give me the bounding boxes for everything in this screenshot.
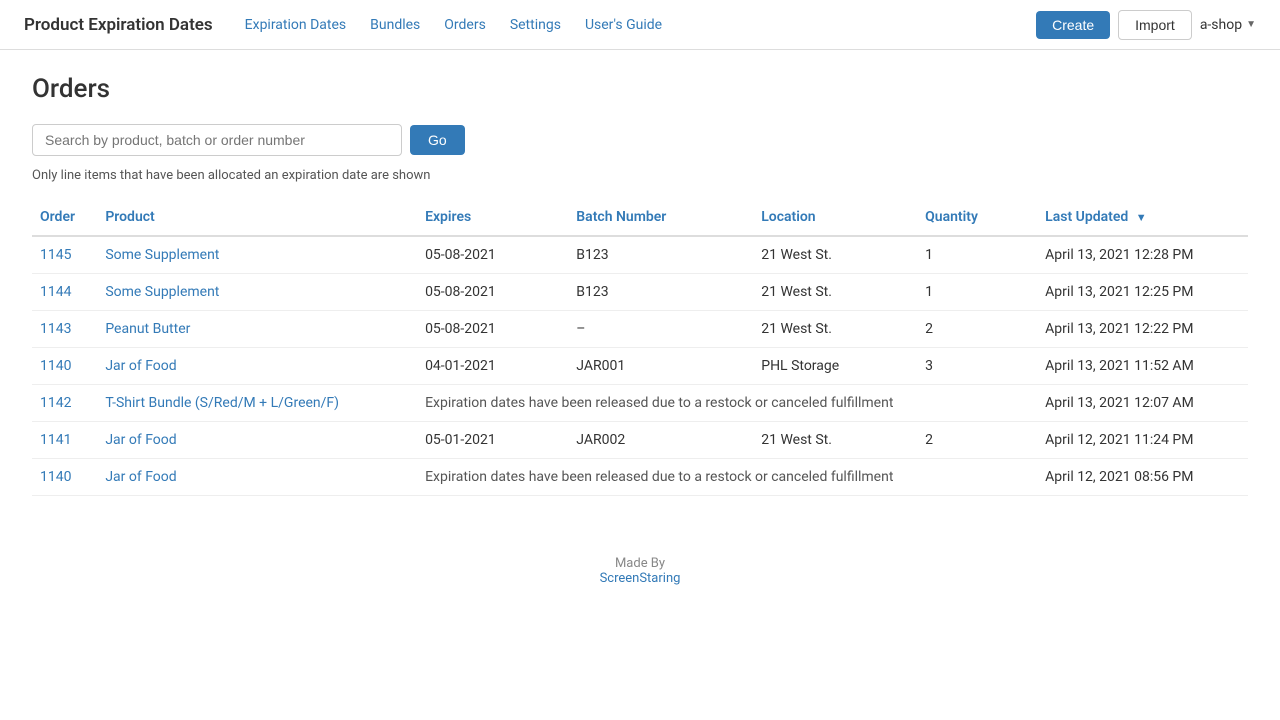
navbar-actions: Create Import a-shop ▼ — [1036, 10, 1256, 40]
nav-users-guide[interactable]: User's Guide — [585, 17, 662, 33]
nav-bundles[interactable]: Bundles — [370, 17, 420, 33]
company-link[interactable]: ScreenStaring — [600, 571, 681, 586]
cell-order: 1145 — [32, 236, 97, 274]
table-row: 1140 Jar of Food Expiration dates have b… — [32, 459, 1248, 496]
cell-order: 1143 — [32, 311, 97, 348]
product-link[interactable]: Jar of Food — [105, 358, 176, 374]
cell-product: Jar of Food — [97, 422, 417, 459]
table-row: 1141 Jar of Food 05-01-2021 JAR002 21 We… — [32, 422, 1248, 459]
main-content: Orders Go Only line items that have been… — [0, 50, 1280, 610]
order-link[interactable]: 1140 — [40, 358, 71, 374]
cell-last-updated: April 13, 2021 12:25 PM — [1037, 274, 1248, 311]
table-row: 1144 Some Supplement 05-08-2021 B123 21 … — [32, 274, 1248, 311]
order-link[interactable]: 1142 — [40, 395, 71, 411]
cell-order: 1144 — [32, 274, 97, 311]
cell-quantity: 2 — [917, 311, 1037, 348]
nav-expiration-dates[interactable]: Expiration Dates — [245, 17, 346, 33]
order-link[interactable]: 1143 — [40, 321, 71, 337]
cell-last-updated: April 13, 2021 12:22 PM — [1037, 311, 1248, 348]
import-button[interactable]: Import — [1118, 10, 1192, 40]
cell-batch-number: – — [568, 311, 753, 348]
create-button[interactable]: Create — [1036, 11, 1110, 39]
cell-expires: 05-08-2021 — [417, 236, 568, 274]
nav-orders[interactable]: Orders — [444, 17, 486, 33]
cell-batch-number: B123 — [568, 236, 753, 274]
orders-table: Order Product Expires Batch Number Locat… — [32, 199, 1248, 496]
cell-last-updated: April 13, 2021 12:07 AM — [1037, 385, 1248, 422]
table-row: 1143 Peanut Butter 05-08-2021 – 21 West … — [32, 311, 1248, 348]
cell-batch-number: JAR002 — [568, 422, 753, 459]
table-body: 1145 Some Supplement 05-08-2021 B123 21 … — [32, 236, 1248, 496]
go-button[interactable]: Go — [410, 125, 465, 155]
cell-product: Jar of Food — [97, 348, 417, 385]
product-link[interactable]: T-Shirt Bundle (S/Red/M + L/Green/F) — [105, 395, 339, 411]
chevron-down-icon: ▼ — [1246, 19, 1256, 30]
nav-settings[interactable]: Settings — [510, 17, 561, 33]
cell-order: 1142 — [32, 385, 97, 422]
col-product[interactable]: Product — [97, 199, 417, 236]
cell-location: 21 West St. — [753, 274, 917, 311]
cell-product: Some Supplement — [97, 236, 417, 274]
cell-product: Some Supplement — [97, 274, 417, 311]
cell-last-updated: April 12, 2021 08:56 PM — [1037, 459, 1248, 496]
cell-product: T-Shirt Bundle (S/Red/M + L/Green/F) — [97, 385, 417, 422]
cell-expires: 05-08-2021 — [417, 311, 568, 348]
page-title: Orders — [32, 74, 1248, 104]
shop-dropdown[interactable]: a-shop ▼ — [1200, 17, 1256, 33]
cell-location: PHL Storage — [753, 348, 917, 385]
col-expires[interactable]: Expires — [417, 199, 568, 236]
cell-location: 21 West St. — [753, 422, 917, 459]
order-link[interactable]: 1141 — [40, 432, 71, 448]
product-link[interactable]: Peanut Butter — [105, 321, 190, 337]
table-header: Order Product Expires Batch Number Locat… — [32, 199, 1248, 236]
cell-location: 21 West St. — [753, 311, 917, 348]
cell-quantity: 3 — [917, 348, 1037, 385]
col-quantity[interactable]: Quantity — [917, 199, 1037, 236]
cell-quantity: 1 — [917, 236, 1037, 274]
cell-expires: 05-08-2021 — [417, 274, 568, 311]
cell-location: 21 West St. — [753, 236, 917, 274]
cell-batch-number: B123 — [568, 274, 753, 311]
order-link[interactable]: 1140 — [40, 469, 71, 485]
product-link[interactable]: Jar of Food — [105, 432, 176, 448]
cell-message: Expiration dates have been released due … — [417, 385, 1037, 422]
cell-quantity: 2 — [917, 422, 1037, 459]
col-batch-number[interactable]: Batch Number — [568, 199, 753, 236]
cell-order: 1141 — [32, 422, 97, 459]
cell-last-updated: April 13, 2021 12:28 PM — [1037, 236, 1248, 274]
nav-links: Expiration Dates Bundles Orders Settings… — [245, 17, 1036, 33]
order-link[interactable]: 1145 — [40, 247, 71, 263]
app-brand: Product Expiration Dates — [24, 15, 213, 35]
col-last-updated[interactable]: Last Updated ▼ — [1037, 199, 1248, 236]
search-input[interactable] — [32, 124, 402, 156]
product-link[interactable]: Jar of Food — [105, 469, 176, 485]
cell-last-updated: April 13, 2021 11:52 AM — [1037, 348, 1248, 385]
cell-quantity: 1 — [917, 274, 1037, 311]
footer: Made By ScreenStaring — [32, 556, 1248, 586]
cell-last-updated: April 12, 2021 11:24 PM — [1037, 422, 1248, 459]
info-text: Only line items that have been allocated… — [32, 168, 1248, 183]
table-row: 1140 Jar of Food 04-01-2021 JAR001 PHL S… — [32, 348, 1248, 385]
cell-order: 1140 — [32, 459, 97, 496]
cell-batch-number: JAR001 — [568, 348, 753, 385]
col-order[interactable]: Order — [32, 199, 97, 236]
cell-expires: 04-01-2021 — [417, 348, 568, 385]
search-row: Go — [32, 124, 1248, 156]
sort-desc-icon: ▼ — [1136, 211, 1147, 224]
product-link[interactable]: Some Supplement — [105, 284, 219, 300]
product-link[interactable]: Some Supplement — [105, 247, 219, 263]
table-row: 1142 T-Shirt Bundle (S/Red/M + L/Green/F… — [32, 385, 1248, 422]
made-by-text: Made By — [615, 556, 665, 571]
cell-expires: 05-01-2021 — [417, 422, 568, 459]
cell-order: 1140 — [32, 348, 97, 385]
cell-product: Peanut Butter — [97, 311, 417, 348]
navbar: Product Expiration Dates Expiration Date… — [0, 0, 1280, 50]
cell-product: Jar of Food — [97, 459, 417, 496]
col-location[interactable]: Location — [753, 199, 917, 236]
table-row: 1145 Some Supplement 05-08-2021 B123 21 … — [32, 236, 1248, 274]
shop-name: a-shop — [1200, 17, 1242, 33]
order-link[interactable]: 1144 — [40, 284, 71, 300]
cell-message: Expiration dates have been released due … — [417, 459, 1037, 496]
